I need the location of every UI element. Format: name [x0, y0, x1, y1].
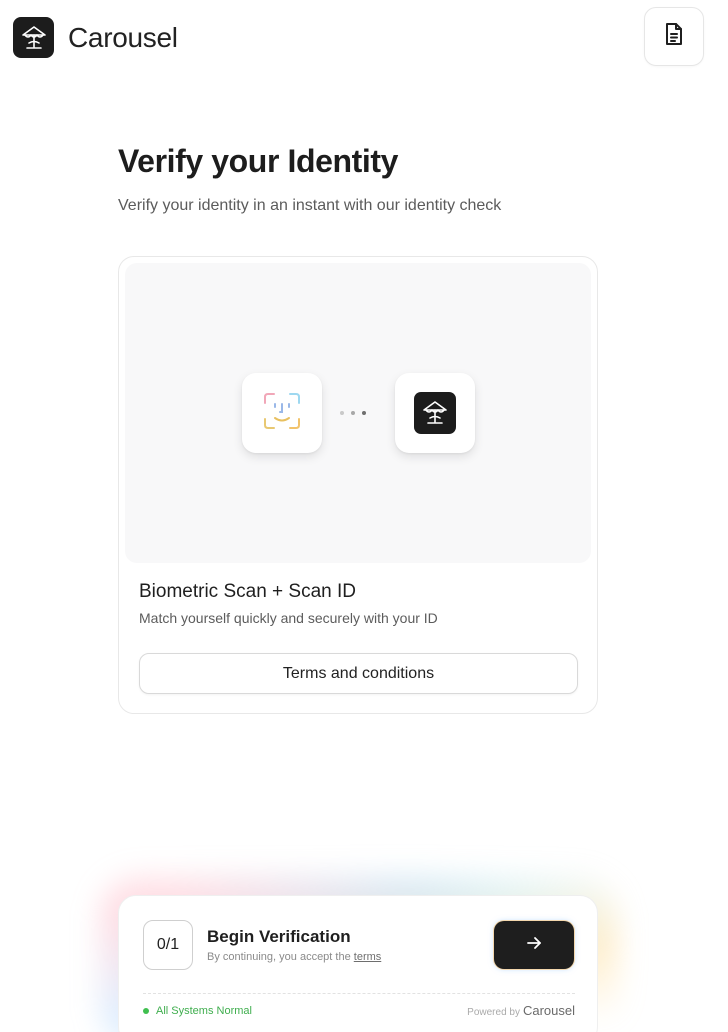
brand[interactable]: Carousel — [13, 17, 178, 58]
begin-verification-panel: 0/1 Begin Verification By continuing, yo… — [118, 895, 598, 1032]
panel-divider — [143, 993, 575, 994]
face-id-tile — [242, 373, 322, 453]
terms-and-conditions-button[interactable]: Terms and conditions — [139, 653, 578, 694]
document-icon — [663, 22, 685, 51]
brand-name: Carousel — [68, 21, 178, 53]
status-text: All Systems Normal — [156, 1005, 252, 1017]
face-id-icon — [262, 391, 302, 436]
dot — [351, 411, 355, 415]
terms-link[interactable]: terms — [354, 951, 382, 963]
powered-by-brand: Carousel — [522, 1003, 575, 1018]
ellipsis-dots — [340, 411, 366, 415]
dot — [340, 411, 344, 415]
carousel-logo-icon — [414, 392, 456, 434]
document-button[interactable] — [644, 7, 704, 66]
method-title: Biometric Scan + Scan ID — [139, 581, 357, 602]
dot — [362, 411, 366, 415]
terms-note-text: By continuing, you accept the — [207, 951, 354, 963]
status-dot — [143, 1008, 149, 1014]
begin-verification-title: Begin Verification — [207, 927, 351, 946]
begin-verification-button[interactable] — [494, 921, 574, 969]
powered-by-label: Powered by — [467, 1007, 520, 1018]
page-subtitle: Verify your identity in an instant with … — [118, 197, 502, 214]
step-counter: 0/1 — [143, 920, 193, 970]
page-title: Verify your Identity — [118, 143, 399, 179]
system-status: All Systems Normal — [143, 1005, 252, 1017]
top-header: Carousel — [0, 0, 728, 76]
method-illustration — [125, 263, 591, 563]
carousel-logo-icon — [13, 17, 54, 58]
terms-note: By continuing, you accept the terms — [207, 951, 381, 963]
powered-by: Powered by Carousel — [459, 1003, 575, 1018]
verification-method-card: Biometric Scan + Scan ID Match yourself … — [118, 256, 598, 714]
arrow-right-icon — [525, 934, 543, 957]
carousel-tile — [395, 373, 475, 453]
method-description: Match yourself quickly and securely with… — [139, 610, 438, 626]
